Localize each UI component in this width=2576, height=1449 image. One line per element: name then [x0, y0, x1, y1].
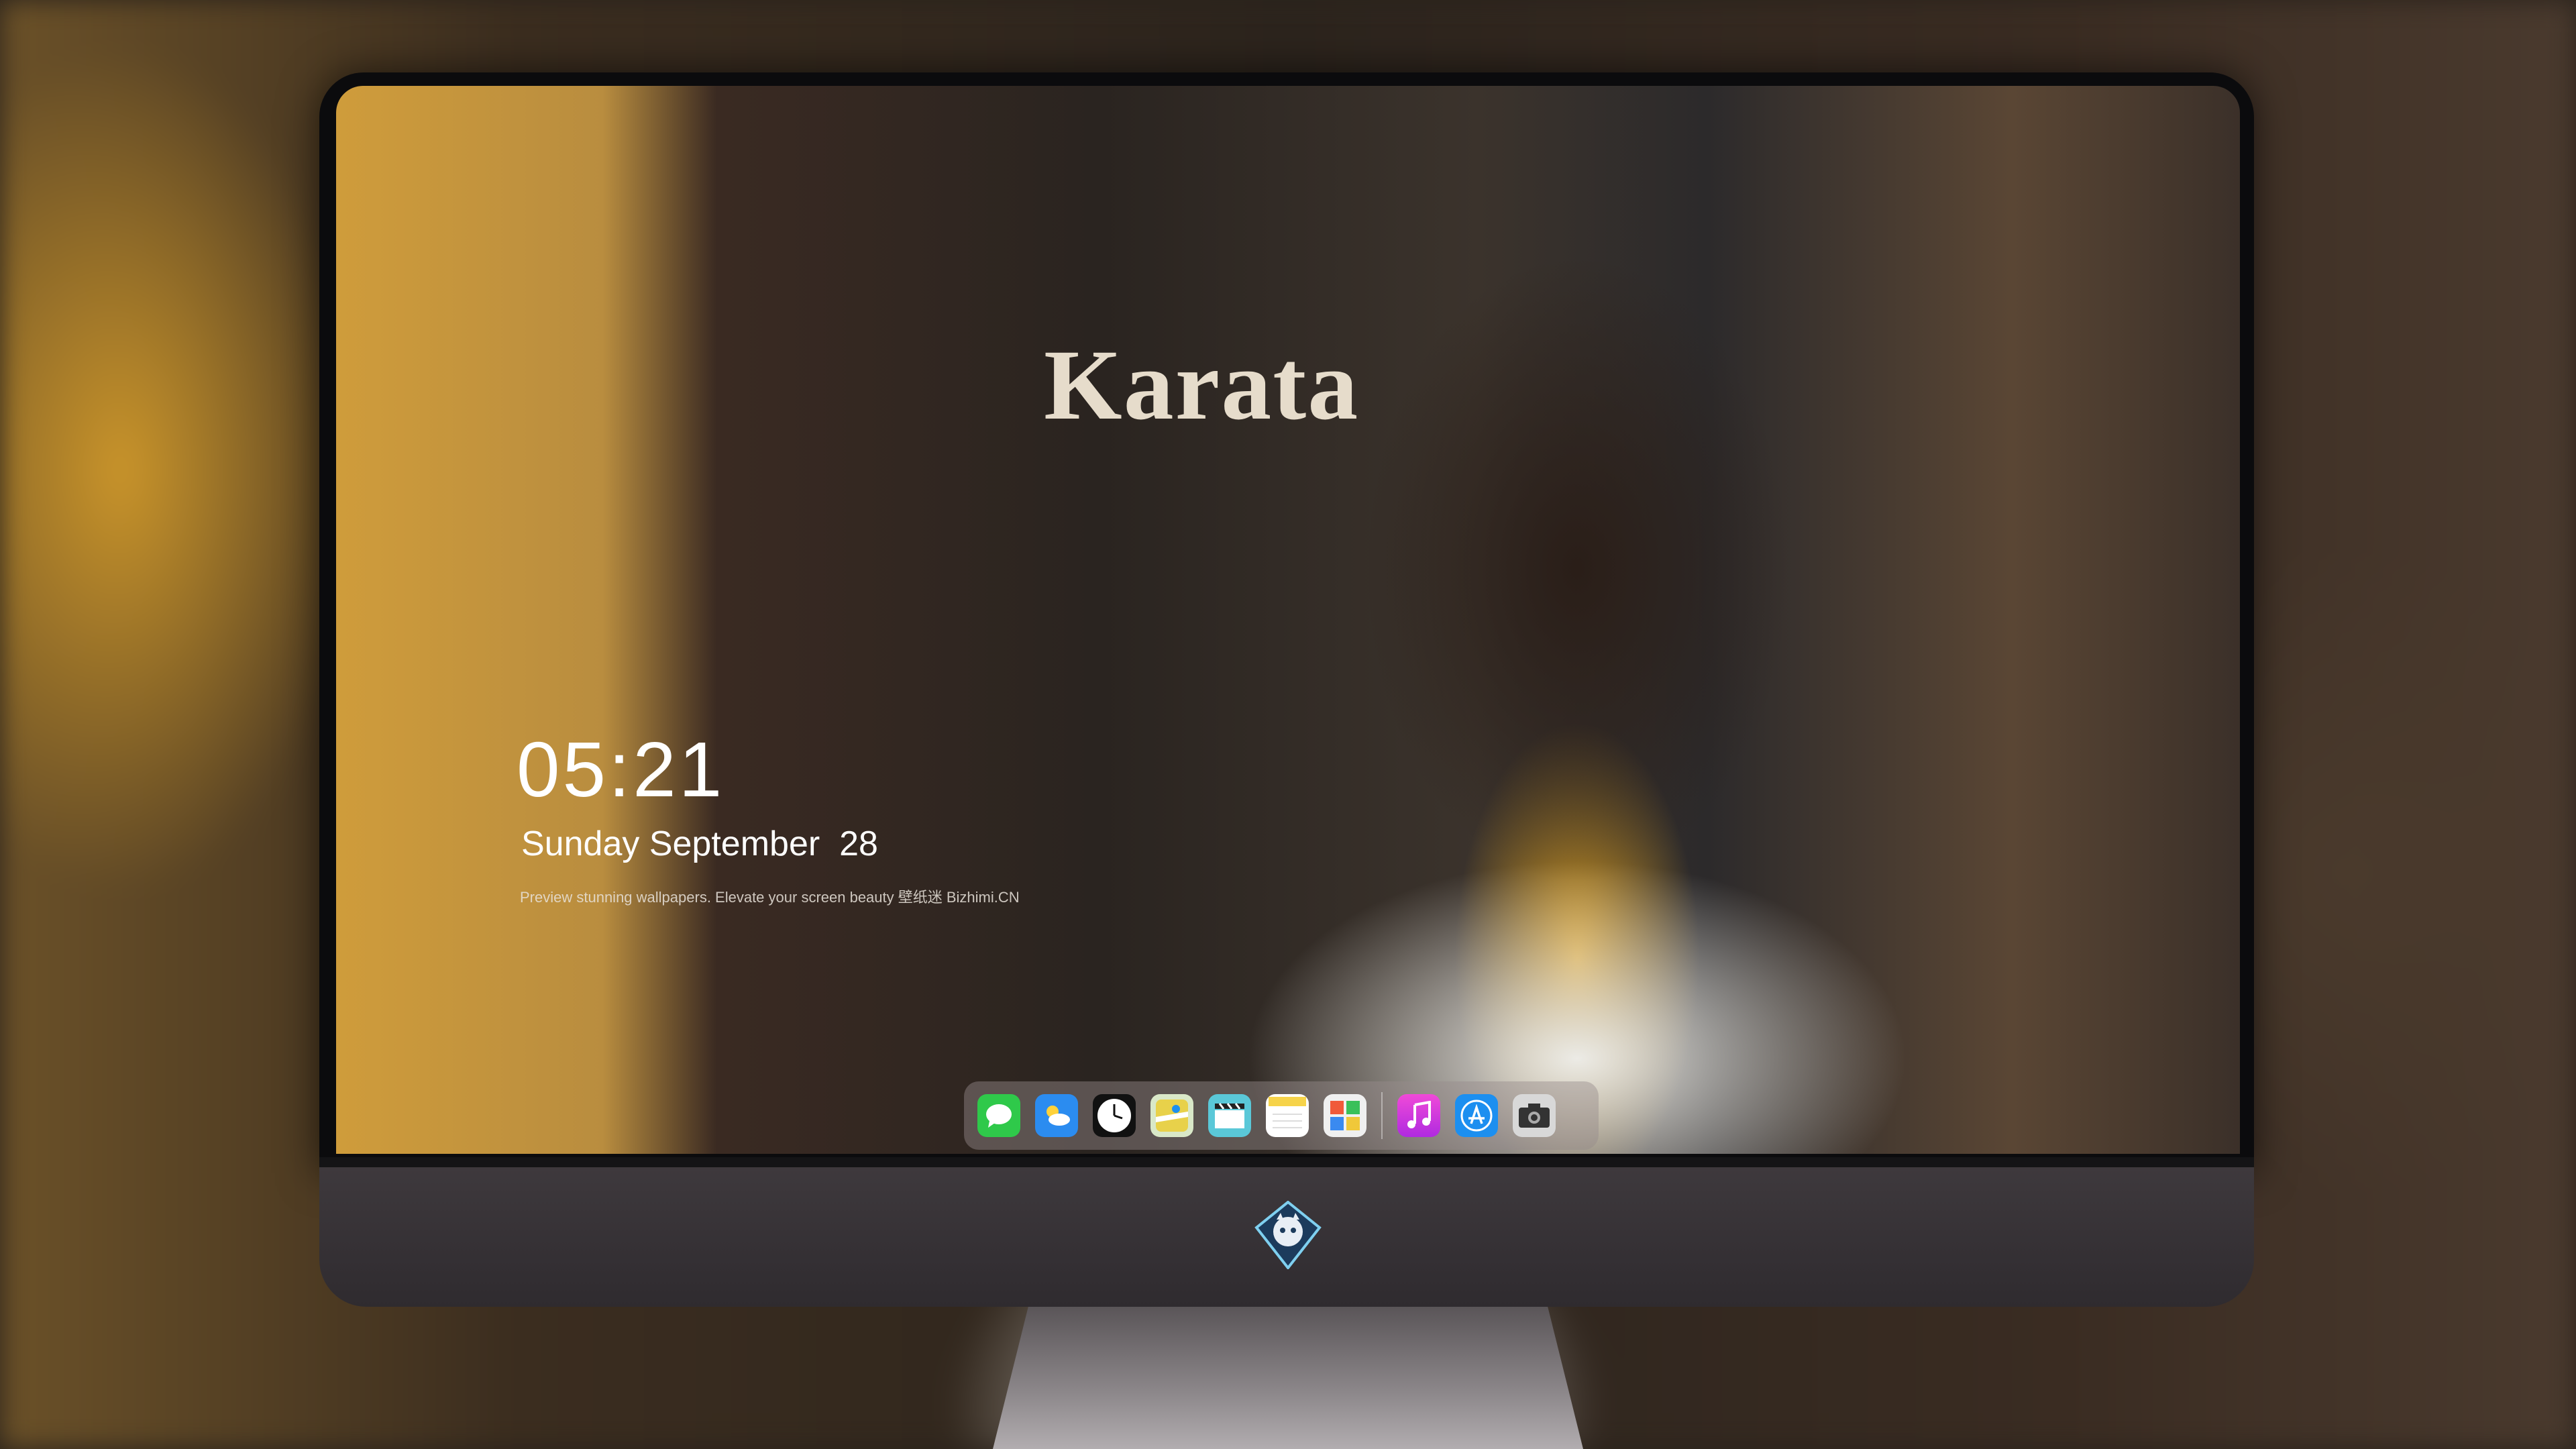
clips-icon[interactable]: [1208, 1094, 1251, 1137]
clock-icon[interactable]: [1093, 1094, 1136, 1137]
maps-icon[interactable]: [1150, 1094, 1193, 1137]
camera-icon[interactable]: [1513, 1094, 1556, 1137]
monitor-stand: [993, 1307, 1583, 1449]
lockscreen-tagline: Preview stunning wallpapers. Elevate you…: [520, 889, 1020, 906]
notes-icon[interactable]: [1266, 1094, 1309, 1137]
lockscreen-date: Sunday September 28: [521, 824, 878, 863]
dock-separator: [1381, 1092, 1383, 1139]
messages-icon[interactable]: [977, 1094, 1020, 1137]
brand-logo-icon: [1254, 1200, 1322, 1271]
dock: [964, 1081, 1599, 1150]
music-icon[interactable]: [1397, 1094, 1440, 1137]
app-store-icon[interactable]: [1455, 1094, 1498, 1137]
screen: Karata: [336, 86, 2240, 1154]
photos-icon[interactable]: [1324, 1094, 1366, 1137]
lockscreen-time: 05:21: [517, 726, 725, 813]
poster-text: Karata: [1044, 329, 1360, 441]
screen-bottom-edge: [319, 1157, 2254, 1168]
weather-icon[interactable]: [1035, 1094, 1078, 1137]
